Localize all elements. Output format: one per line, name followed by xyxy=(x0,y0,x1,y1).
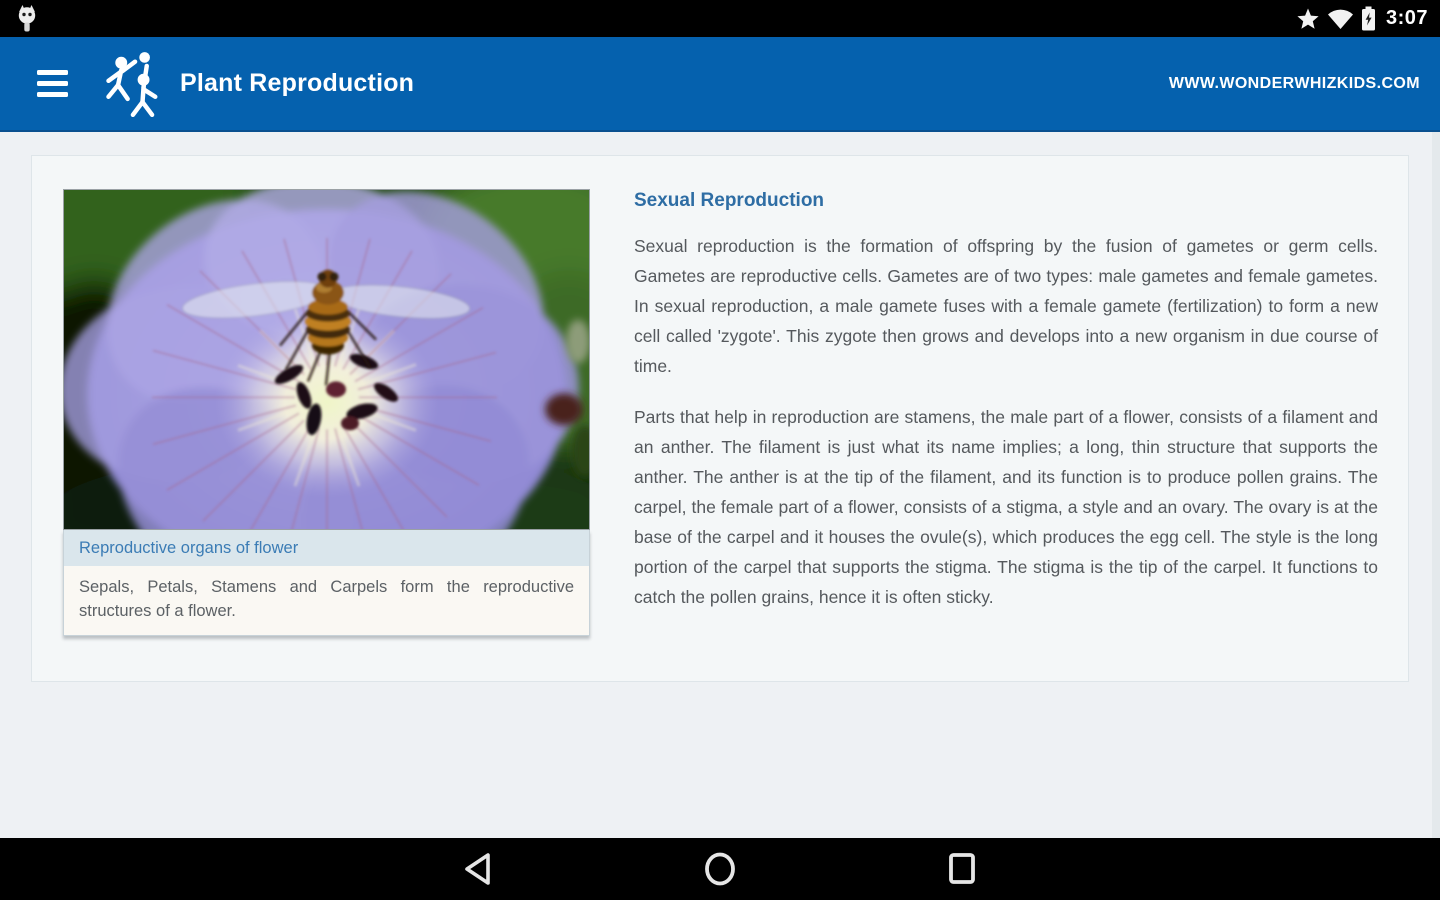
paragraph-1: Sexual reproduction is the formation of … xyxy=(634,236,1378,376)
website-link[interactable]: WWW.WONDERWHIZKIDS.COM xyxy=(1169,75,1420,93)
status-bar-notifications xyxy=(8,4,40,34)
flower-figure: Reproductive organs of flower Sepals, Pe… xyxy=(63,189,590,681)
content-card: Reproductive organs of flower Sepals, Pe… xyxy=(31,155,1409,682)
flower-photo-illustration xyxy=(64,190,589,529)
status-bar[interactable]: 3:07 xyxy=(0,0,1440,37)
flower-image[interactable] xyxy=(63,189,590,530)
home-button[interactable] xyxy=(696,845,744,893)
scrollbar-track[interactable] xyxy=(1432,132,1440,838)
hamburger-menu-icon[interactable] xyxy=(26,58,78,110)
recents-icon xyxy=(949,853,975,884)
figure-caption-block: Reproductive organs of flower Sepals, Pe… xyxy=(63,530,590,636)
wonderwhizkids-logo-icon xyxy=(106,51,158,117)
star-icon xyxy=(1297,8,1319,29)
paragraph-2: Parts that help in reproduction are stam… xyxy=(634,407,1378,607)
home-icon xyxy=(705,852,735,886)
battery-charging-icon xyxy=(1361,6,1375,31)
android-screen: 3:07 Plant Reproduction WWW.WONDERWHIZKI… xyxy=(0,0,1440,900)
wifi-icon xyxy=(1327,9,1353,29)
page-title: Plant Reproduction xyxy=(180,69,415,97)
clock: 3:07 xyxy=(1385,7,1428,29)
article: Sexual Reproduction Sexual reproduction … xyxy=(634,189,1378,681)
notification-icon xyxy=(18,4,36,31)
back-icon xyxy=(465,853,490,885)
app-bar: Plant Reproduction WWW.WONDERWHIZKIDS.CO… xyxy=(0,37,1440,132)
figure-caption-title: Reproductive organs of flower xyxy=(64,530,589,566)
status-bar-system-icons: 3:07 xyxy=(1296,6,1432,31)
recents-button[interactable] xyxy=(938,845,986,893)
back-button[interactable] xyxy=(454,845,502,893)
content-area: Reproductive organs of flower Sepals, Pe… xyxy=(0,132,1440,838)
figure-caption-description: Sepals, Petals, Stamens and Carpels form… xyxy=(64,566,589,635)
navigation-bar xyxy=(0,838,1440,900)
section-heading: Sexual Reproduction xyxy=(634,190,825,211)
